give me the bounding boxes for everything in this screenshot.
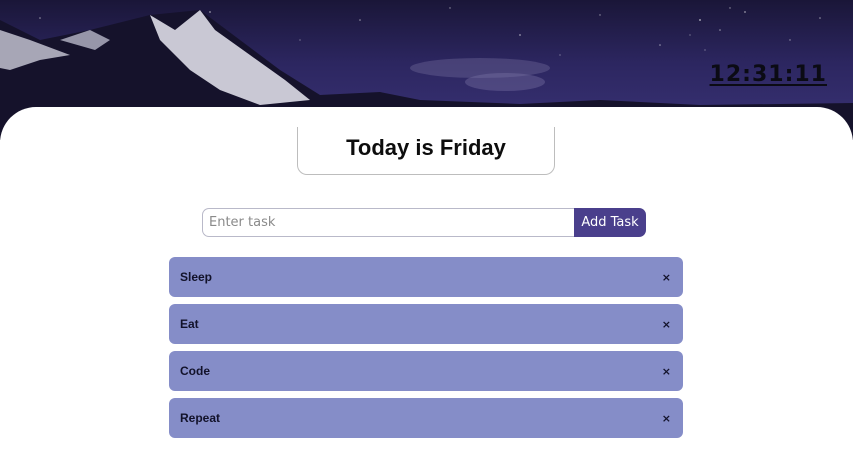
task-label: Eat bbox=[180, 317, 199, 331]
list-item[interactable]: Eat × bbox=[169, 304, 683, 344]
add-task-form: Add Task bbox=[202, 208, 646, 237]
close-icon[interactable]: × bbox=[662, 412, 671, 425]
list-item[interactable]: Code × bbox=[169, 351, 683, 391]
clock-display: 12:31:11 bbox=[709, 62, 827, 87]
task-list: Sleep × Eat × Code × Repeat × bbox=[169, 257, 683, 445]
main-card: Today is Friday Add Task Sleep × Eat × C… bbox=[0, 107, 853, 461]
close-icon[interactable]: × bbox=[662, 318, 671, 331]
list-item[interactable]: Sleep × bbox=[169, 257, 683, 297]
page-title: Today is Friday bbox=[346, 135, 506, 160]
task-input[interactable] bbox=[202, 208, 574, 237]
task-label: Repeat bbox=[180, 411, 221, 425]
task-label: Code bbox=[180, 364, 210, 378]
add-task-button[interactable]: Add Task bbox=[574, 208, 646, 237]
close-icon[interactable]: × bbox=[662, 271, 671, 284]
task-label: Sleep bbox=[180, 270, 213, 284]
close-icon[interactable]: × bbox=[662, 365, 671, 378]
title-container: Today is Friday bbox=[297, 127, 555, 175]
list-item[interactable]: Repeat × bbox=[169, 398, 683, 438]
